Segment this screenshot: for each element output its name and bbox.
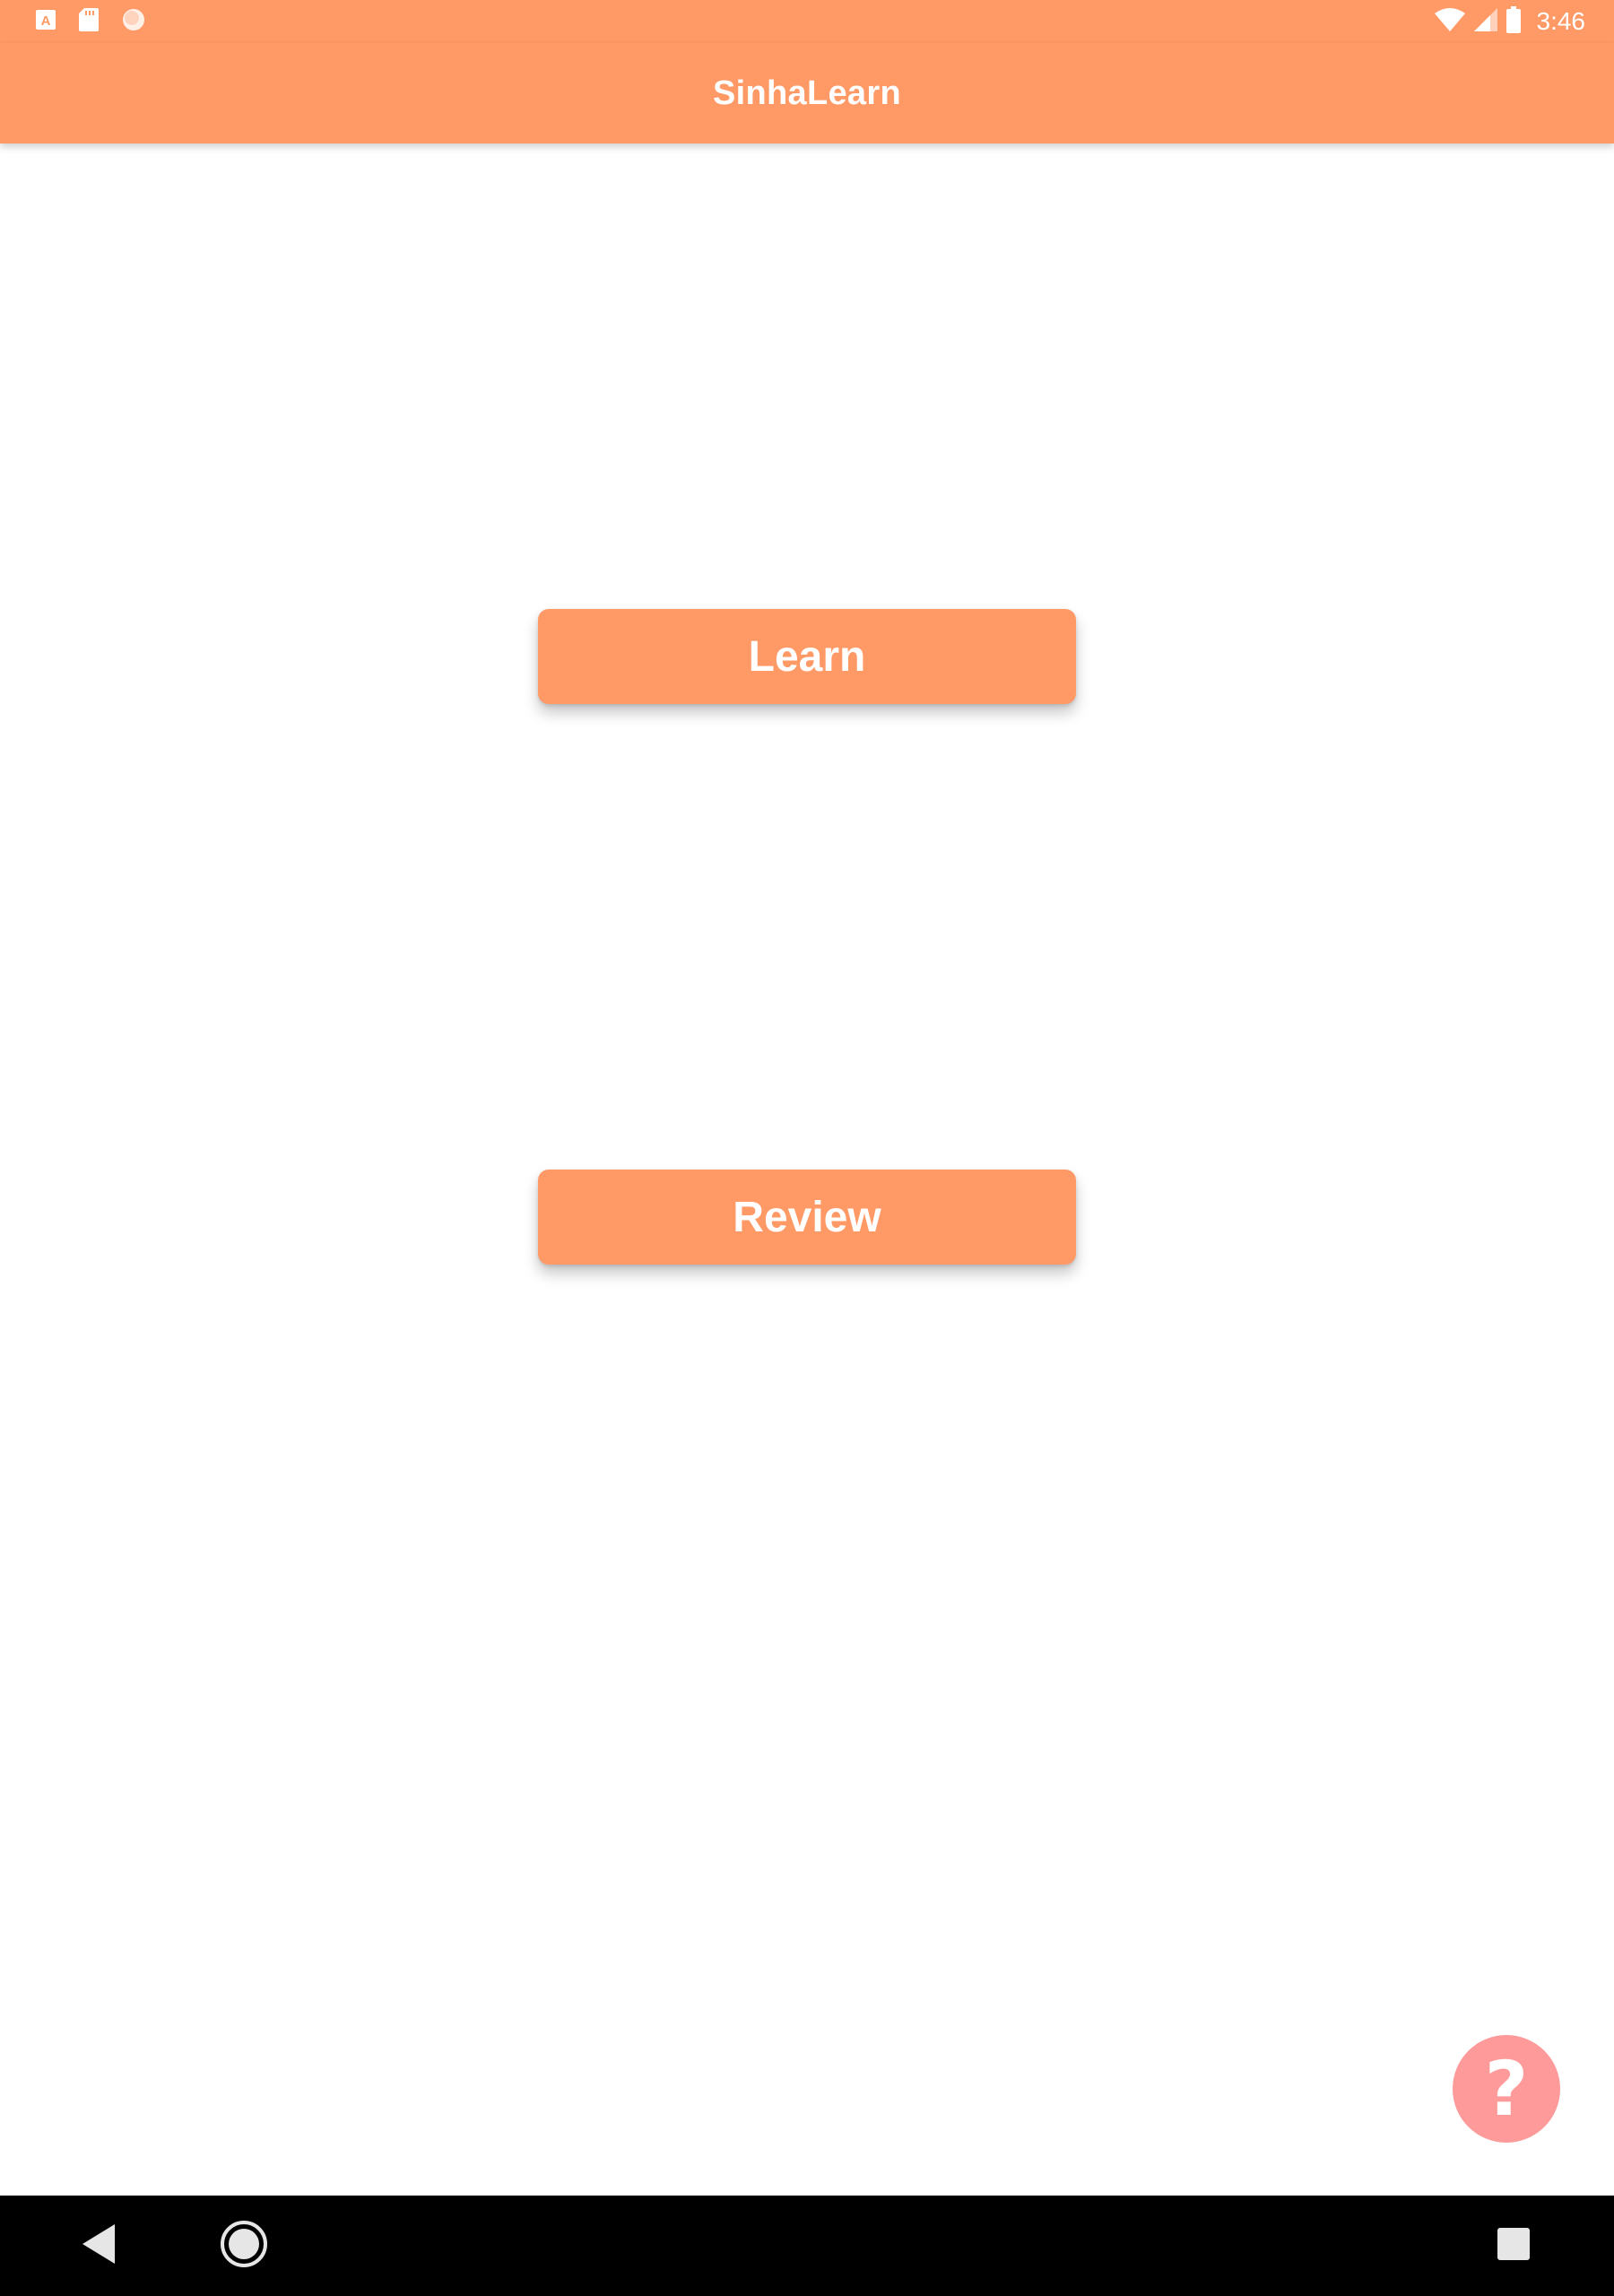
recents-icon <box>1497 2227 1530 2265</box>
status-bar-right-icons: 3:46 <box>1434 5 1586 38</box>
status-bar: A 3:46 <box>0 0 1614 43</box>
cell-signal-icon <box>1473 7 1497 36</box>
home-icon <box>219 2219 269 2274</box>
nav-recents-button[interactable] <box>1485 2196 1542 2296</box>
status-bar-time: 3:46 <box>1536 7 1586 35</box>
app-title: SinhaLearn <box>713 74 901 112</box>
navigation-bar <box>0 2196 1614 2296</box>
status-bar-left-icons: A <box>36 7 145 36</box>
battery-icon <box>1506 5 1521 38</box>
a-notification-icon: A <box>36 9 56 34</box>
nav-home-button[interactable] <box>206 2196 282 2296</box>
svg-text:A: A <box>41 13 51 29</box>
sd-card-icon <box>79 7 99 36</box>
app-bar: SinhaLearn <box>0 43 1614 144</box>
wifi-icon <box>1434 7 1465 36</box>
back-icon <box>82 2223 118 2268</box>
learn-button[interactable]: Learn <box>538 609 1076 704</box>
review-button[interactable]: Review <box>538 1170 1076 1265</box>
nav-back-button[interactable] <box>72 2196 129 2296</box>
circle-notification-icon <box>122 8 145 36</box>
help-icon: ? <box>1484 2045 1529 2133</box>
help-fab-button[interactable]: ? <box>1453 2035 1560 2143</box>
